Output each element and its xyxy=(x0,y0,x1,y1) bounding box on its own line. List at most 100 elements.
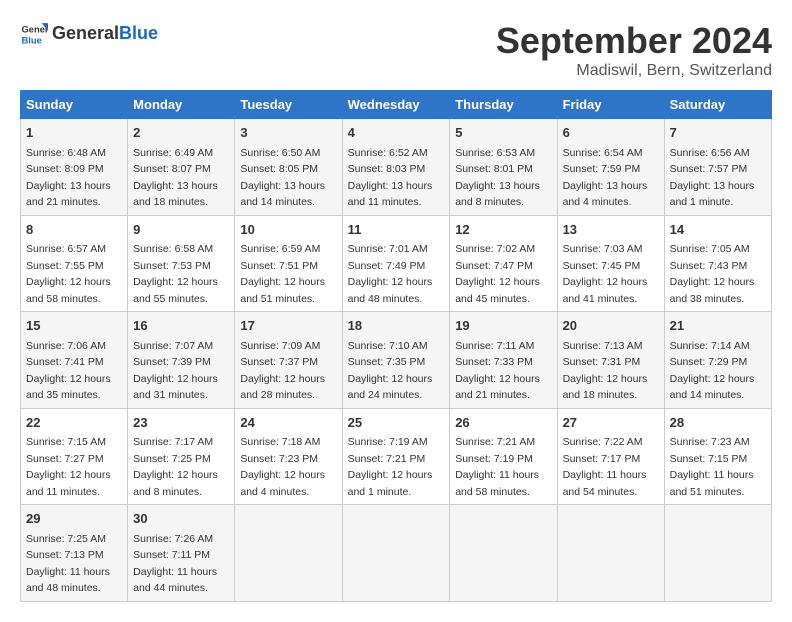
day-info: Sunrise: 6:50 AMSunset: 8:05 PMDaylight:… xyxy=(240,147,325,209)
day-number: 9 xyxy=(133,220,229,240)
day-info: Sunrise: 7:01 AMSunset: 7:49 PMDaylight:… xyxy=(348,243,433,305)
table-cell: 12 Sunrise: 7:02 AMSunset: 7:47 PMDayligh… xyxy=(450,215,557,312)
day-number: 5 xyxy=(455,123,551,143)
table-cell: 19 Sunrise: 7:11 AMSunset: 7:33 PMDayligh… xyxy=(450,312,557,409)
page-header: General Blue GeneralBlue September 2024 … xyxy=(20,20,772,80)
logo-icon: General Blue xyxy=(20,20,48,48)
day-info: Sunrise: 7:26 AMSunset: 7:11 PMDaylight:… xyxy=(133,533,217,595)
col-wednesday: Wednesday xyxy=(342,91,450,119)
day-info: Sunrise: 6:53 AMSunset: 8:01 PMDaylight:… xyxy=(455,147,540,209)
month-title: September 2024 xyxy=(496,20,772,62)
week-row-5: 29Sunrise: 7:25 AMSunset: 7:13 PMDayligh… xyxy=(21,505,772,602)
day-number: 14 xyxy=(670,220,766,240)
table-cell: 6Sunrise: 6:54 AMSunset: 7:59 PMDaylight… xyxy=(557,119,664,216)
table-cell: 11Sunrise: 7:01 AMSunset: 7:49 PMDayligh… xyxy=(342,215,450,312)
day-number: 3 xyxy=(240,123,336,143)
day-number: 7 xyxy=(670,123,766,143)
logo: General Blue GeneralBlue xyxy=(20,20,158,48)
day-number: 20 xyxy=(563,316,659,336)
header-row: Sunday Monday Tuesday Wednesday Thursday… xyxy=(21,91,772,119)
title-block: September 2024 Madiswil, Bern, Switzerla… xyxy=(496,20,772,80)
day-info: Sunrise: 6:58 AMSunset: 7:53 PMDaylight:… xyxy=(133,243,218,305)
day-number: 2 xyxy=(133,123,229,143)
table-cell: 10Sunrise: 6:59 AMSunset: 7:51 PMDayligh… xyxy=(235,215,342,312)
week-row-1: 1 Sunrise: 6:48 AMSunset: 8:09 PMDaylight… xyxy=(21,119,772,216)
day-info: Sunrise: 6:48 AMSunset: 8:09 PMDaylight:… xyxy=(26,147,111,209)
table-cell: 16 Sunrise: 7:07 AMSunset: 7:39 PMDayligh… xyxy=(128,312,235,409)
day-info: Sunrise: 7:22 AMSunset: 7:17 PMDaylight:… xyxy=(563,436,647,498)
day-info: Sunrise: 7:18 AMSunset: 7:23 PMDaylight:… xyxy=(240,436,325,498)
day-number: 17 xyxy=(240,316,336,336)
day-number: 25 xyxy=(348,413,445,433)
table-cell: 5 Sunrise: 6:53 AMSunset: 8:01 PMDaylight… xyxy=(450,119,557,216)
logo-text: GeneralBlue xyxy=(52,24,158,44)
table-cell: 2 Sunrise: 6:49 AMSunset: 8:07 PMDaylight… xyxy=(128,119,235,216)
day-number: 27 xyxy=(563,413,659,433)
day-info: Sunrise: 6:52 AMSunset: 8:03 PMDaylight:… xyxy=(348,147,433,209)
table-cell xyxy=(664,505,771,602)
table-cell: 3 Sunrise: 6:50 AMSunset: 8:05 PMDaylight… xyxy=(235,119,342,216)
day-info: Sunrise: 7:25 AMSunset: 7:13 PMDaylight:… xyxy=(26,533,110,595)
week-row-4: 22 Sunrise: 7:15 AMSunset: 7:27 PMDayligh… xyxy=(21,408,772,505)
day-info: Sunrise: 7:14 AMSunset: 7:29 PMDaylight:… xyxy=(670,340,755,402)
day-info: Sunrise: 6:59 AMSunset: 7:51 PMDaylight:… xyxy=(240,243,325,305)
day-info: Sunrise: 7:02 AMSunset: 7:47 PMDaylight:… xyxy=(455,243,540,305)
table-cell xyxy=(557,505,664,602)
day-info: Sunrise: 7:11 AMSunset: 7:33 PMDaylight:… xyxy=(455,340,540,402)
day-number: 19 xyxy=(455,316,551,336)
day-number: 26 xyxy=(455,413,551,433)
table-cell xyxy=(342,505,450,602)
table-cell: 27 Sunrise: 7:22 AMSunset: 7:17 PMDayligh… xyxy=(557,408,664,505)
location: Madiswil, Bern, Switzerland xyxy=(496,62,772,80)
day-number: 13 xyxy=(563,220,659,240)
table-cell: 9 Sunrise: 6:58 AMSunset: 7:53 PMDaylight… xyxy=(128,215,235,312)
table-cell: 4 Sunrise: 6:52 AMSunset: 8:03 PMDaylight… xyxy=(342,119,450,216)
table-cell: 29Sunrise: 7:25 AMSunset: 7:13 PMDayligh… xyxy=(21,505,128,602)
day-info: Sunrise: 7:17 AMSunset: 7:25 PMDaylight:… xyxy=(133,436,218,498)
col-friday: Friday xyxy=(557,91,664,119)
col-tuesday: Tuesday xyxy=(235,91,342,119)
table-cell: 8 Sunrise: 6:57 AMSunset: 7:55 PMDaylight… xyxy=(21,215,128,312)
day-number: 4 xyxy=(348,123,445,143)
day-info: Sunrise: 7:23 AMSunset: 7:15 PMDaylight:… xyxy=(670,436,754,498)
week-row-2: 8 Sunrise: 6:57 AMSunset: 7:55 PMDaylight… xyxy=(21,215,772,312)
day-number: 8 xyxy=(26,220,122,240)
day-info: Sunrise: 7:15 AMSunset: 7:27 PMDaylight:… xyxy=(26,436,111,498)
day-info: Sunrise: 7:13 AMSunset: 7:31 PMDaylight:… xyxy=(563,340,648,402)
day-info: Sunrise: 6:54 AMSunset: 7:59 PMDaylight:… xyxy=(563,147,648,209)
week-row-3: 15 Sunrise: 7:06 AMSunset: 7:41 PMDayligh… xyxy=(21,312,772,409)
table-cell: 28Sunrise: 7:23 AMSunset: 7:15 PMDayligh… xyxy=(664,408,771,505)
table-cell: 22 Sunrise: 7:15 AMSunset: 7:27 PMDayligh… xyxy=(21,408,128,505)
table-cell: 21 Sunrise: 7:14 AMSunset: 7:29 PMDayligh… xyxy=(664,312,771,409)
day-number: 15 xyxy=(26,316,122,336)
day-info: Sunrise: 7:07 AMSunset: 7:39 PMDaylight:… xyxy=(133,340,218,402)
day-info: Sunrise: 7:06 AMSunset: 7:41 PMDaylight:… xyxy=(26,340,111,402)
day-number: 21 xyxy=(670,316,766,336)
calendar-table: Sunday Monday Tuesday Wednesday Thursday… xyxy=(20,90,772,602)
table-cell: 26 Sunrise: 7:21 AMSunset: 7:19 PMDayligh… xyxy=(450,408,557,505)
table-cell xyxy=(235,505,342,602)
svg-text:General: General xyxy=(22,24,48,34)
day-info: Sunrise: 7:03 AMSunset: 7:45 PMDaylight:… xyxy=(563,243,648,305)
day-number: 12 xyxy=(455,220,551,240)
table-cell: 15 Sunrise: 7:06 AMSunset: 7:41 PMDayligh… xyxy=(21,312,128,409)
day-info: Sunrise: 6:57 AMSunset: 7:55 PMDaylight:… xyxy=(26,243,111,305)
col-saturday: Saturday xyxy=(664,91,771,119)
day-info: Sunrise: 7:10 AMSunset: 7:35 PMDaylight:… xyxy=(348,340,433,402)
table-cell: 24 Sunrise: 7:18 AMSunset: 7:23 PMDayligh… xyxy=(235,408,342,505)
day-number: 24 xyxy=(240,413,336,433)
day-info: Sunrise: 6:49 AMSunset: 8:07 PMDaylight:… xyxy=(133,147,218,209)
table-cell: 13 Sunrise: 7:03 AMSunset: 7:45 PMDayligh… xyxy=(557,215,664,312)
day-number: 23 xyxy=(133,413,229,433)
day-number: 22 xyxy=(26,413,122,433)
table-cell: 14Sunrise: 7:05 AMSunset: 7:43 PMDayligh… xyxy=(664,215,771,312)
table-cell: 25Sunrise: 7:19 AMSunset: 7:21 PMDayligh… xyxy=(342,408,450,505)
table-cell: 18Sunrise: 7:10 AMSunset: 7:35 PMDayligh… xyxy=(342,312,450,409)
day-info: Sunrise: 7:21 AMSunset: 7:19 PMDaylight:… xyxy=(455,436,539,498)
day-number: 1 xyxy=(26,123,122,143)
col-sunday: Sunday xyxy=(21,91,128,119)
table-cell: 20 Sunrise: 7:13 AMSunset: 7:31 PMDayligh… xyxy=(557,312,664,409)
day-info: Sunrise: 6:56 AMSunset: 7:57 PMDaylight:… xyxy=(670,147,755,209)
day-number: 16 xyxy=(133,316,229,336)
table-cell xyxy=(450,505,557,602)
